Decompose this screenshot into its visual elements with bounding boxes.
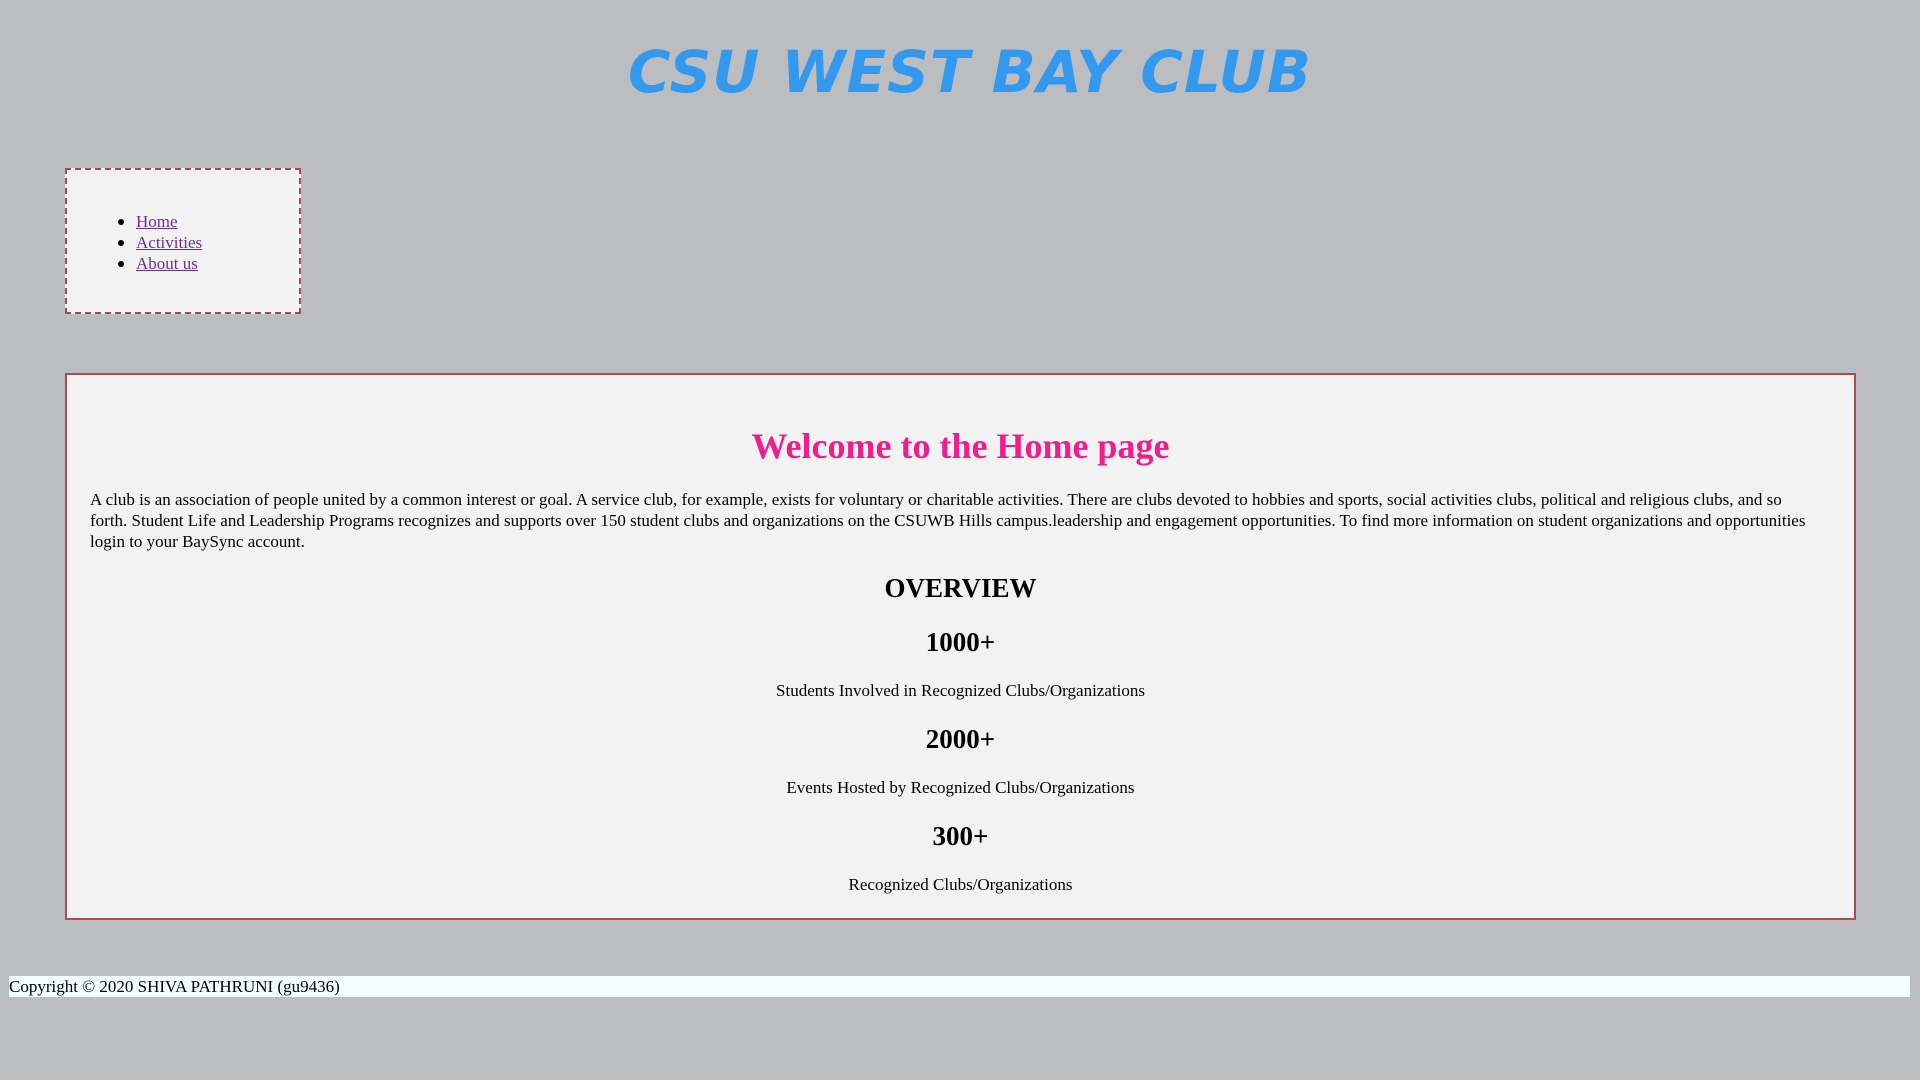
site-title: CSU WEST BAY CLUB	[628, 38, 1312, 106]
stat-students-label: Students Involved in Recognized Clubs/Or…	[776, 681, 1145, 700]
stat-clubs-label: Recognized Clubs/Organizations	[848, 875, 1073, 894]
footer-copyright: Copyright © 2020 SHIVA PATHRUNI (gu9436)	[9, 976, 1910, 997]
nav-item-activities: Activities	[117, 232, 202, 253]
overview-heading: OVERVIEW	[884, 573, 1037, 603]
nav-item-about-us: About us	[117, 253, 202, 274]
nav-list: Home Activities About us	[117, 211, 202, 274]
main-content: Welcome to the Home page A club is an as…	[65, 373, 1856, 920]
nav-link-activities[interactable]: Activities	[136, 233, 202, 252]
intro-paragraph: A club is an association of people unite…	[90, 490, 1806, 551]
stat-students-number: 1000+	[925, 627, 996, 657]
stat-clubs-number: 300+	[932, 821, 989, 851]
nav-link-about-us[interactable]: About us	[136, 254, 198, 273]
nav-menu: Home Activities About us	[65, 168, 301, 314]
stat-events-number: 2000+	[925, 724, 996, 754]
nav-link-home[interactable]: Home	[136, 212, 178, 231]
welcome-heading: Welcome to the Home page	[751, 426, 1170, 466]
nav-item-home: Home	[117, 211, 202, 232]
stat-events-label: Events Hosted by Recognized Clubs/Organi…	[786, 778, 1135, 797]
